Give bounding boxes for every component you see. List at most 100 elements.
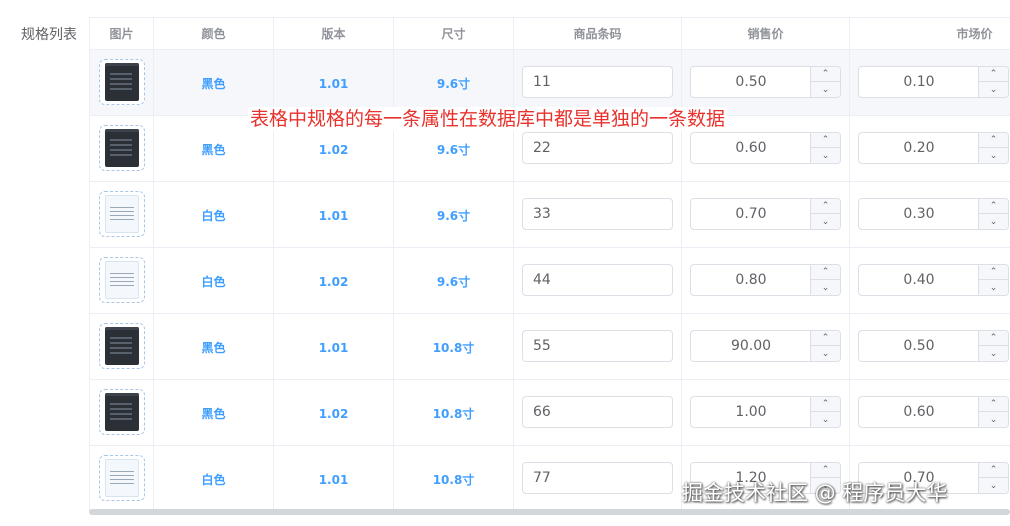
market-price-value[interactable]: 0.20 <box>859 133 979 163</box>
sale-price-stepper[interactable]: 1.00 ⌃ ⌄ <box>690 396 841 428</box>
sale-price-value[interactable]: 90.00 <box>691 331 811 361</box>
market-price-stepper[interactable]: 0.30 ⌃ ⌄ <box>858 198 1009 230</box>
cell-market-price: 0.50 ⌃ ⌄ <box>849 313 1010 380</box>
market-price-value[interactable]: 0.40 <box>859 265 979 295</box>
cell-market-price: 0.30 ⌃ ⌄ <box>849 181 1010 248</box>
barcode-input[interactable] <box>522 132 673 164</box>
spec-table: 图片 颜色 版本 尺寸 商品条码 销售价 市场价 黑色 1.01 9.6寸 0.… <box>89 17 1010 516</box>
chevron-down-icon[interactable]: ⌄ <box>979 82 1008 97</box>
chevron-down-icon[interactable]: ⌄ <box>811 214 840 229</box>
cell-size: 10.8寸 <box>393 313 514 380</box>
chevron-up-icon[interactable]: ⌃ <box>811 199 840 214</box>
header-market-price: 市场价 <box>849 18 1010 50</box>
barcode-input[interactable] <box>522 330 673 362</box>
chevron-down-icon[interactable]: ⌄ <box>811 280 840 295</box>
market-price-stepper[interactable]: 0.10 ⌃ ⌄ <box>858 66 1009 98</box>
cell-version: 1.02 <box>273 379 394 446</box>
market-price-value[interactable]: 0.10 <box>859 67 979 97</box>
market-price-stepper[interactable]: 0.20 ⌃ ⌄ <box>858 132 1009 164</box>
barcode-input[interactable] <box>522 264 673 296</box>
chevron-down-icon[interactable]: ⌄ <box>979 148 1008 163</box>
sale-price-value[interactable]: 0.80 <box>691 265 811 295</box>
market-price-value[interactable]: 0.30 <box>859 199 979 229</box>
chevron-down-icon[interactable]: ⌄ <box>979 478 1008 493</box>
horizontal-scrollbar[interactable] <box>89 509 1010 515</box>
cell-color: 白色 <box>153 445 274 512</box>
spec-image-upload[interactable] <box>98 455 145 501</box>
cell-barcode <box>513 445 682 512</box>
chevron-up-icon[interactable]: ⌃ <box>979 397 1008 412</box>
size-value: 10.8寸 <box>432 406 475 421</box>
chevron-down-icon[interactable]: ⌄ <box>979 412 1008 427</box>
cell-image <box>89 313 154 380</box>
spec-image-upload[interactable] <box>98 257 145 303</box>
chevron-down-icon[interactable]: ⌄ <box>811 148 840 163</box>
cell-color: 黑色 <box>153 313 274 380</box>
cell-market-price: 0.60 ⌃ ⌄ <box>849 379 1010 446</box>
chevron-up-icon[interactable]: ⌃ <box>979 265 1008 280</box>
market-price-stepper[interactable]: 0.60 ⌃ ⌄ <box>858 396 1009 428</box>
barcode-input[interactable] <box>522 198 673 230</box>
spec-image-upload[interactable] <box>98 191 145 237</box>
cell-version: 1.01 <box>273 313 394 380</box>
chevron-up-icon[interactable]: ⌃ <box>811 331 840 346</box>
sale-price-value[interactable]: 0.50 <box>691 67 811 97</box>
stepper-controls: ⌃ ⌄ <box>810 265 840 295</box>
cell-version: 1.02 <box>273 247 394 314</box>
spec-image-upload[interactable] <box>98 59 145 105</box>
sale-price-value[interactable]: 0.60 <box>691 133 811 163</box>
barcode-input[interactable] <box>522 462 673 494</box>
stepper-controls: ⌃ ⌄ <box>978 199 1008 229</box>
chevron-down-icon[interactable]: ⌄ <box>811 82 840 97</box>
sale-price-stepper[interactable]: 0.70 ⌃ ⌄ <box>690 198 841 230</box>
spec-image-thumbnail <box>104 63 139 101</box>
barcode-input[interactable] <box>522 396 673 428</box>
chevron-down-icon[interactable]: ⌄ <box>811 346 840 361</box>
chevron-up-icon[interactable]: ⌃ <box>811 265 840 280</box>
spec-image-upload[interactable] <box>98 125 145 171</box>
market-price-value[interactable]: 0.60 <box>859 397 979 427</box>
chevron-down-icon[interactable]: ⌄ <box>811 412 840 427</box>
market-price-stepper[interactable]: 0.50 ⌃ ⌄ <box>858 330 1009 362</box>
version-value: 1.02 <box>318 274 349 289</box>
sale-price-stepper[interactable]: 0.50 ⌃ ⌄ <box>690 66 841 98</box>
barcode-input[interactable] <box>522 66 673 98</box>
chevron-down-icon[interactable]: ⌄ <box>979 346 1008 361</box>
sale-price-value[interactable]: 0.70 <box>691 199 811 229</box>
size-value: 9.6寸 <box>436 208 471 223</box>
chevron-up-icon[interactable]: ⌃ <box>979 463 1008 478</box>
market-price-stepper[interactable]: 0.40 ⌃ ⌄ <box>858 264 1009 296</box>
sale-price-value[interactable]: 1.00 <box>691 397 811 427</box>
cell-version: 1.01 <box>273 181 394 248</box>
market-price-value[interactable]: 0.50 <box>859 331 979 361</box>
spec-image-upload[interactable] <box>98 323 145 369</box>
version-value: 1.01 <box>318 76 349 91</box>
chevron-up-icon[interactable]: ⌃ <box>811 67 840 82</box>
cell-sale-price: 1.00 ⌃ ⌄ <box>681 379 850 446</box>
chevron-up-icon[interactable]: ⌃ <box>979 133 1008 148</box>
cell-image <box>89 247 154 314</box>
header-size: 尺寸 <box>393 18 514 50</box>
chevron-down-icon[interactable]: ⌄ <box>979 280 1008 295</box>
cell-barcode <box>513 313 682 380</box>
cell-color: 白色 <box>153 247 274 314</box>
size-value: 9.6寸 <box>436 76 471 91</box>
sale-price-stepper[interactable]: 0.60 ⌃ ⌄ <box>690 132 841 164</box>
spec-image-upload[interactable] <box>98 389 145 435</box>
cell-size: 9.6寸 <box>393 49 514 116</box>
watermark: 掘金技术社区 @ 程序员大华 <box>682 481 948 505</box>
sale-price-stepper[interactable]: 0.80 ⌃ ⌄ <box>690 264 841 296</box>
chevron-up-icon[interactable]: ⌃ <box>811 397 840 412</box>
sale-price-stepper[interactable]: 90.00 ⌃ ⌄ <box>690 330 841 362</box>
cell-sale-price: 0.70 ⌃ ⌄ <box>681 181 850 248</box>
header-image: 图片 <box>89 18 154 50</box>
chevron-up-icon[interactable]: ⌃ <box>979 67 1008 82</box>
chevron-down-icon[interactable]: ⌄ <box>979 214 1008 229</box>
size-value: 10.8寸 <box>432 472 475 487</box>
chevron-up-icon[interactable]: ⌃ <box>979 331 1008 346</box>
cell-sale-price: 0.80 ⌃ ⌄ <box>681 247 850 314</box>
header-barcode: 商品条码 <box>513 18 682 50</box>
chevron-up-icon[interactable]: ⌃ <box>811 133 840 148</box>
chevron-up-icon[interactable]: ⌃ <box>979 199 1008 214</box>
chevron-up-icon[interactable]: ⌃ <box>811 463 840 478</box>
